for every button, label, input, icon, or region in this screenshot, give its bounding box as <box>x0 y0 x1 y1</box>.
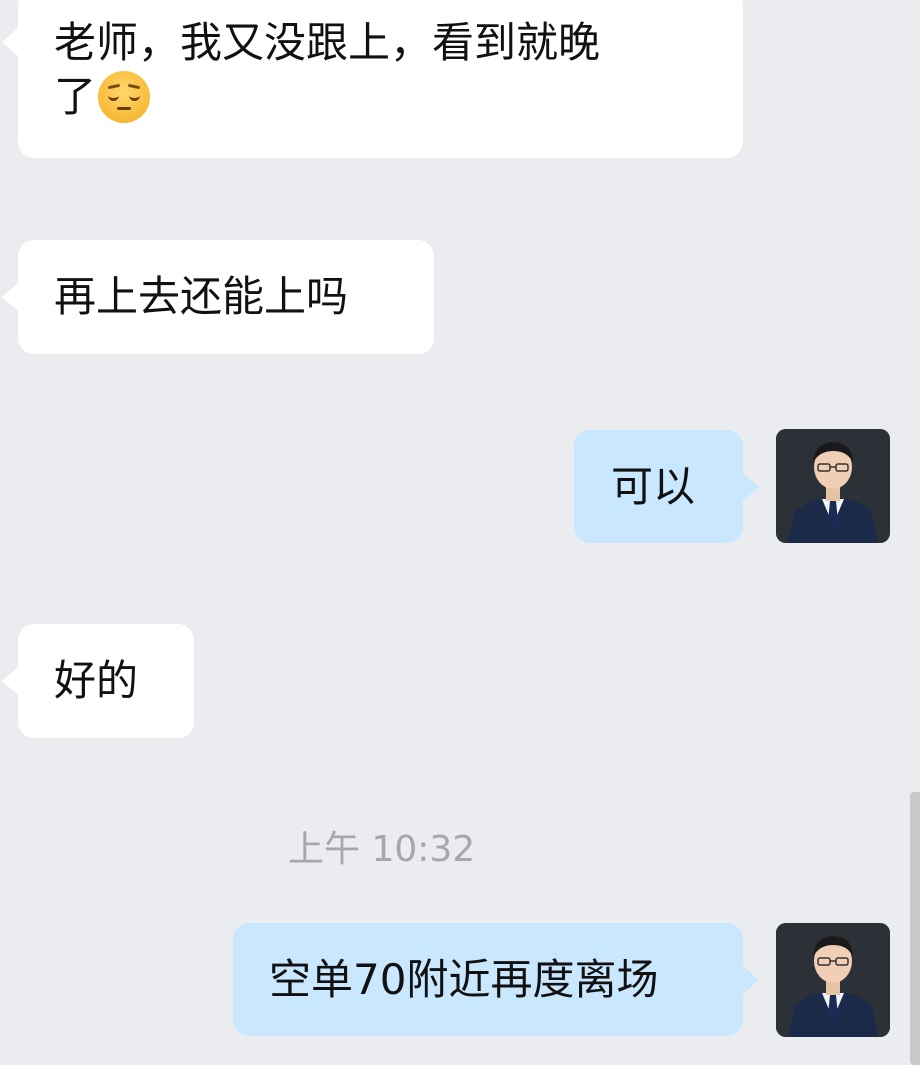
scrollbar[interactable] <box>910 792 920 1065</box>
bubble-tail <box>743 966 759 994</box>
message-text: 好的 <box>54 656 139 705</box>
message-bubble-incoming[interactable]: 老师，我又没跟上，看到就晚 了 <box>2 0 743 158</box>
bubble-tail <box>2 667 18 695</box>
bubble-tail <box>2 28 18 56</box>
bubble-tail <box>743 473 759 501</box>
user-avatar-icon <box>776 923 890 1037</box>
pensive-face-emoji-icon <box>98 70 151 123</box>
message-bubble-outgoing[interactable]: 可以 <box>574 430 759 543</box>
message-bubble-incoming[interactable]: 好的 <box>2 624 194 738</box>
message-text: 空单70附近再度离场 <box>269 955 659 1004</box>
bubble-tail <box>2 283 18 311</box>
message-text: 再上去还能上吗 <box>54 272 349 321</box>
user-avatar-icon <box>776 429 890 543</box>
message-text: 可以 <box>611 462 696 511</box>
avatar[interactable] <box>776 923 890 1037</box>
message-bubble-incoming[interactable]: 再上去还能上吗 <box>2 240 434 354</box>
timestamp: 上午 10:32 <box>288 829 476 870</box>
avatar[interactable] <box>776 429 890 543</box>
message-bubble-outgoing[interactable]: 空单70附近再度离场 <box>233 923 759 1036</box>
